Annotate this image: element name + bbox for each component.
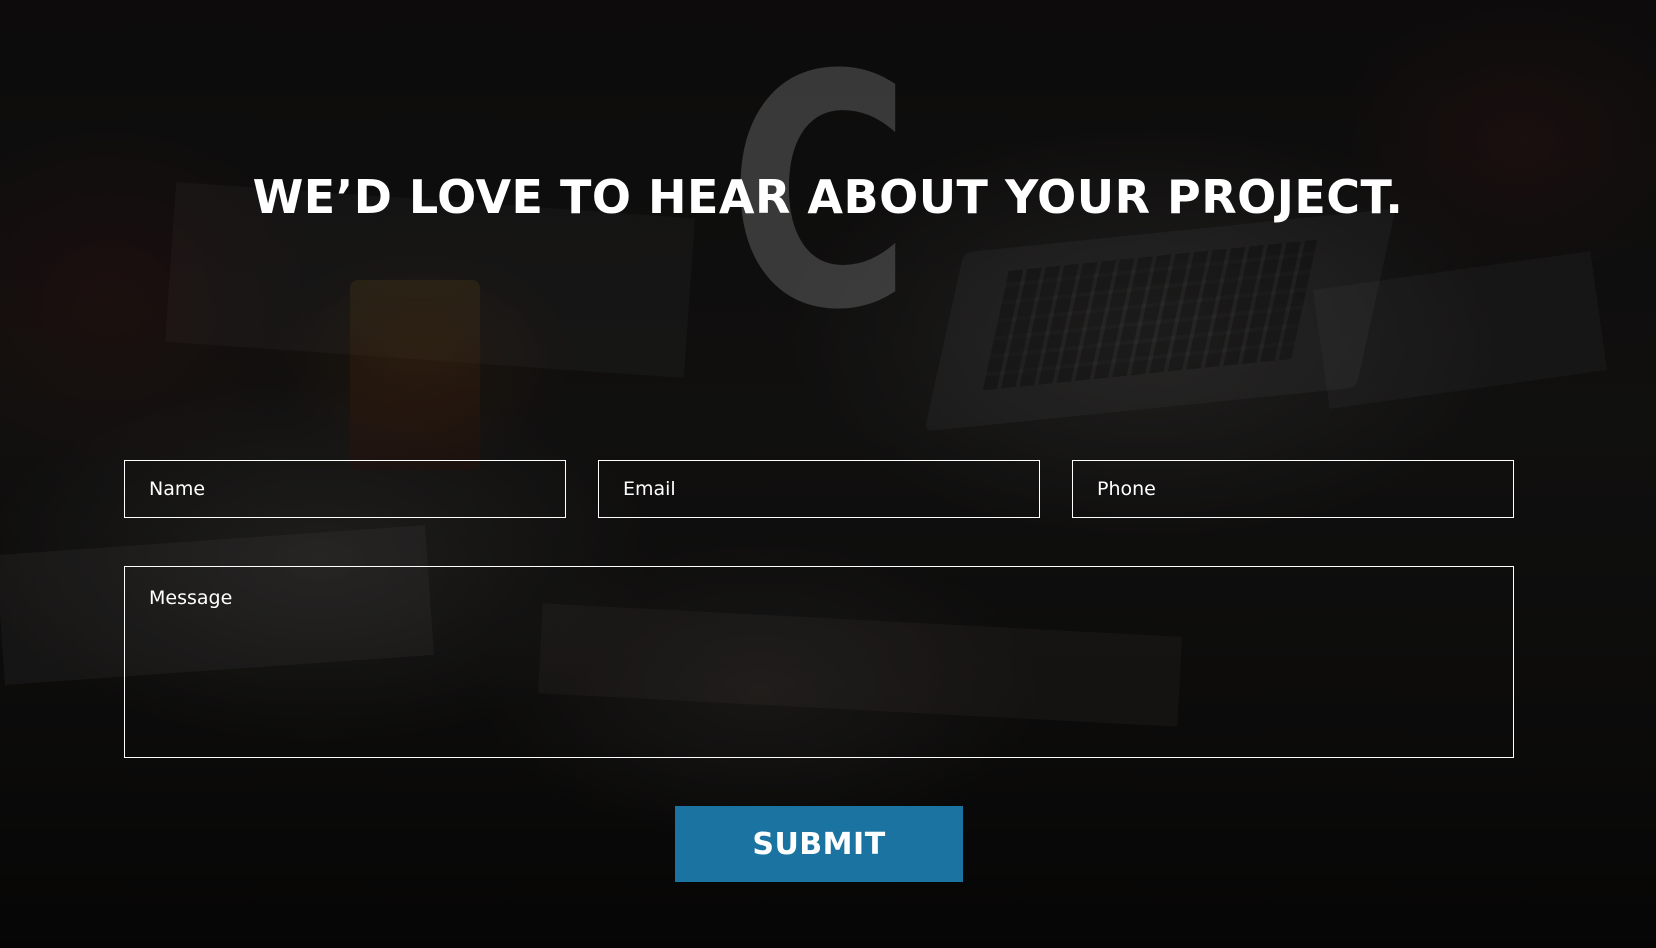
page-title: WE’D LOVE TO HEAR ABOUT YOUR PROJECT. [252,170,1404,224]
message-field[interactable] [124,566,1514,758]
submit-button[interactable]: SUBMIT [675,806,963,882]
name-field[interactable] [124,460,566,518]
email-field[interactable] [598,460,1040,518]
phone-field[interactable] [1072,460,1514,518]
